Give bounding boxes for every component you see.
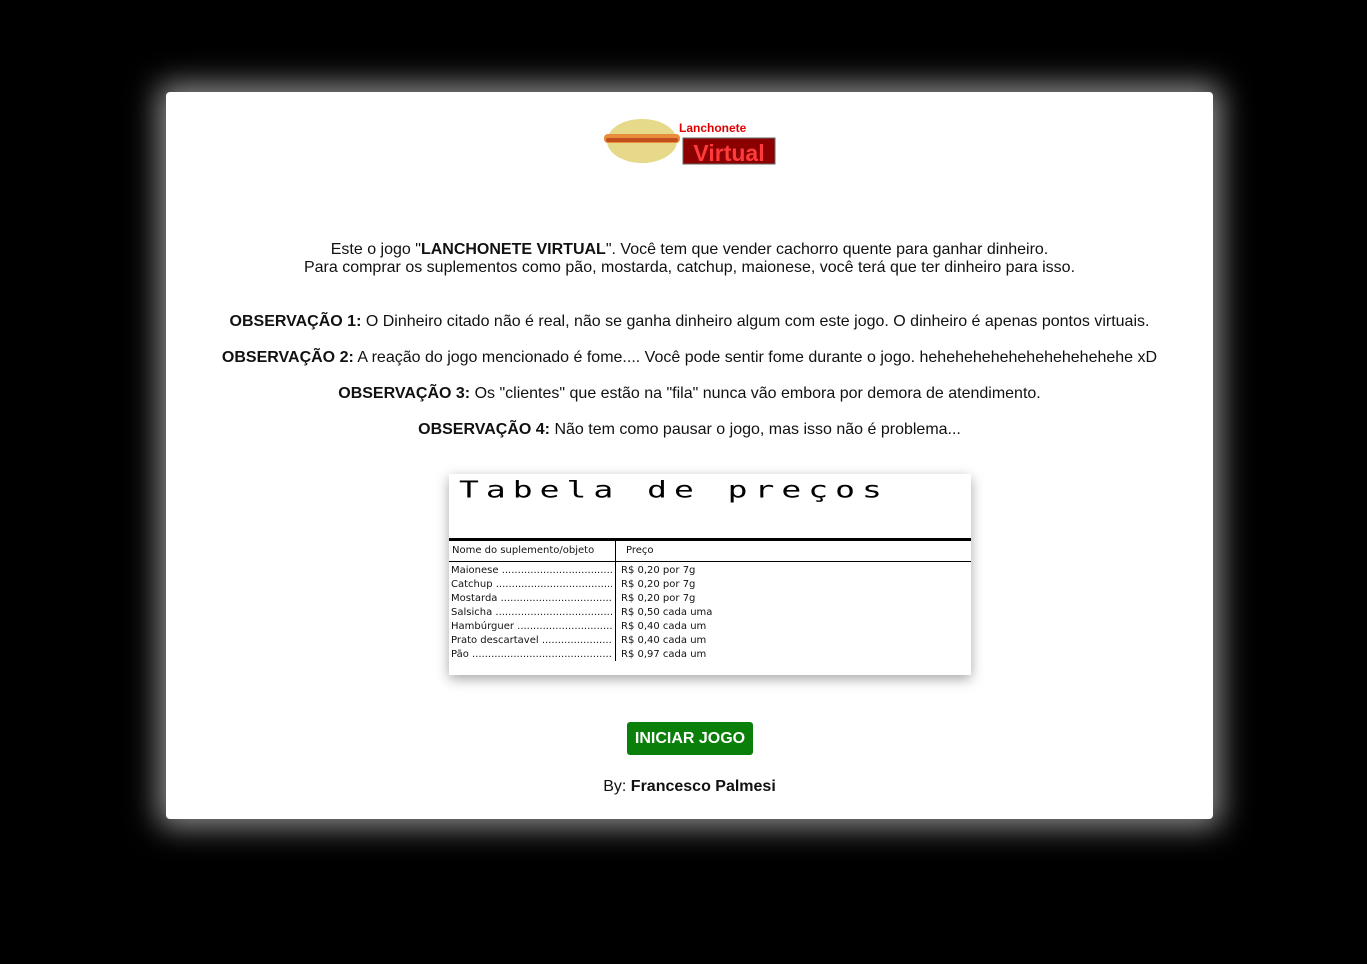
observation-3: OBSERVAÇÃO 3: Os "clientes" que estão na… [166,385,1213,403]
author-credit: By: Francesco Palmesi [166,778,1213,796]
table-row: Maionese R$ 0,20 por 7g [449,564,971,578]
price-table-title: Tabela de preços [459,476,889,504]
table-row: Hambúrguer R$ 0,40 cada um [449,620,971,634]
price-rows: Maionese R$ 0,20 por 7g Catchup R$ 0,20 po… [449,564,971,662]
observation-label: OBSERVAÇÃO 1: [229,313,362,330]
observation-4: OBSERVAÇÃO 4: Não tem como pausar o jogo… [166,421,1213,439]
intro-text: Este o jogo "LANCHONETE VIRTUAL". Você t… [166,241,1213,277]
observation-label: OBSERVAÇÃO 4: [418,421,550,438]
observation-label: OBSERVAÇÃO 2: [221,349,354,366]
observation-text: A reação do jogo mencionado é fome.... V… [353,349,1158,366]
observation-text: Os "clientes" que estão na "fila" nunca … [470,385,1041,402]
price-table-header: Nome do suplemento/objeto Preço [449,538,971,562]
observation-label: OBSERVAÇÃO 3: [338,385,471,402]
row-name: Prato descartavel [451,634,612,648]
credit-author: Francesco Palmesi [630,778,776,795]
price-table: Tabela de preços Nome do suplemento/obje… [449,474,971,675]
observation-1: OBSERVAÇÃO 1: O Dinheiro citado não é re… [166,313,1213,331]
row-name: Salsicha [451,606,612,620]
row-name: Pão [451,648,612,662]
row-price: R$ 0,40 cada um [621,635,707,646]
observation-text: Não tem como pausar o jogo, mas isso não… [550,421,961,438]
row-price: R$ 0,97 cada um [621,649,707,660]
row-price: R$ 0,20 por 7g [621,565,696,576]
row-name: Catchup [451,578,612,592]
row-price: R$ 0,20 por 7g [621,593,696,604]
intro-line1-pre: Este o jogo " [330,241,421,258]
intro-game-name: LANCHONETE VIRTUAL [420,241,606,258]
row-name: Maionese [451,564,612,578]
intro-line1-post: ". Você tem que vender cachorro quente p… [605,241,1049,258]
header-price: Preço [626,545,654,556]
table-row: Prato descartavel R$ 0,40 cada um [449,634,971,648]
intro-line2: Para comprar os suplementos como pão, mo… [303,259,1076,276]
table-row: Catchup R$ 0,20 por 7g [449,578,971,592]
credit-prefix: By: [603,778,631,795]
table-row: Mostarda R$ 0,20 por 7g [449,592,971,606]
logo: Lanchonete Virtual [604,116,780,170]
hotdog-icon: Lanchonete Virtual [604,119,776,166]
main-panel: Lanchonete Virtual Este o jogo "LANCHONE… [166,92,1213,819]
row-price: R$ 0,50 cada uma [621,607,713,618]
table-row: Salsicha R$ 0,50 cada uma [449,606,971,620]
table-row: Pão R$ 0,97 cada um [449,648,971,662]
row-price: R$ 0,40 cada um [621,621,707,632]
row-price: R$ 0,20 por 7g [621,579,696,590]
intro-line1: Este o jogo "LANCHONETE VIRTUAL". Você t… [166,241,1213,259]
observation-2: OBSERVAÇÃO 2: A reação do jogo mencionad… [166,349,1213,367]
row-name: Hambúrguer [451,620,612,634]
logo-line1: Lanchonete [679,121,747,135]
row-name: Mostarda [451,592,612,606]
observation-text: O Dinheiro citado não é real, não se gan… [361,313,1150,330]
header-item-name: Nome do suplemento/objeto [452,545,595,556]
start-game-button[interactable]: INICIAR JOGO [627,722,753,755]
logo-line2: Virtual [693,140,764,166]
